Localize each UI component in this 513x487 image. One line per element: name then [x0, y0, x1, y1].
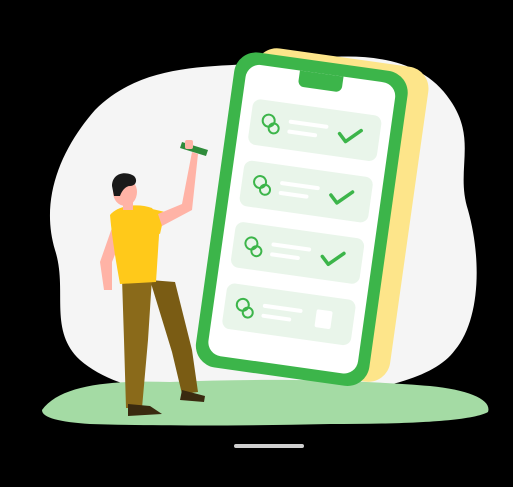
illustration-frame	[0, 0, 513, 487]
ground	[42, 379, 489, 426]
home-indicator	[234, 444, 304, 448]
empty-checkbox	[314, 309, 333, 329]
illustration-canvas	[0, 0, 513, 487]
person-hand	[185, 140, 193, 149]
